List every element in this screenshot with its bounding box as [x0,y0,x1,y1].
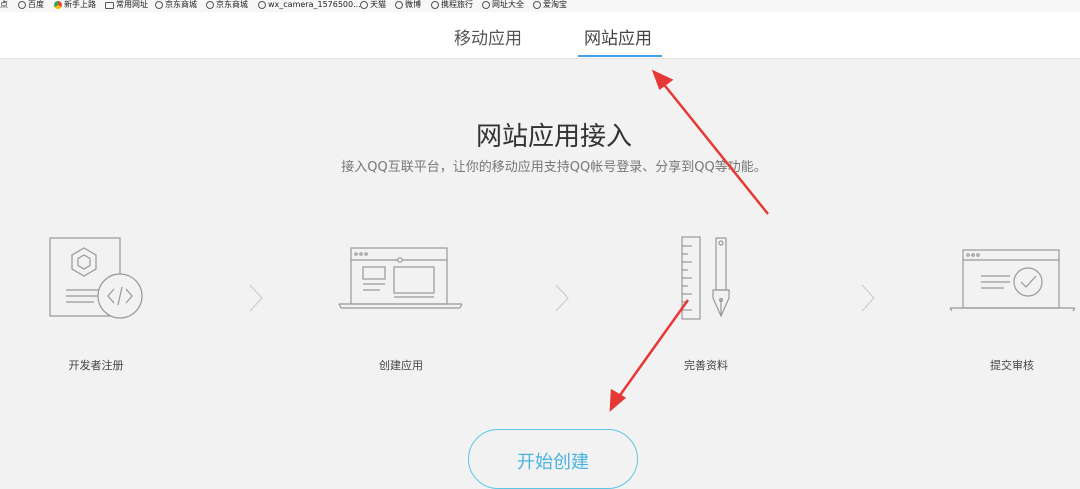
annotation-arrowhead [651,69,674,90]
step-label-complete: 完善资料 [684,359,728,372]
bookmark-item[interactable]: 网址大全 [482,0,524,10]
bookmark-item[interactable]: 百度 [18,0,44,10]
bookmark-label: wx_camera_1576500... [268,0,361,9]
bookmark-label: 微博 [405,0,421,9]
bookmark-label: 常用网址 [116,0,148,9]
bookmark-item[interactable]: 新手上路 [54,0,96,10]
tab-mobile-app[interactable]: 移动应用 [454,24,522,49]
tab-website-app[interactable]: 网站应用 [584,24,652,49]
app-type-tabs: 移动应用 网站应用 [0,12,1080,59]
page-title: 网站应用接入 [475,122,632,152]
annotation-arrow-button [616,299,690,399]
bookmark-label: 天猫 [370,0,386,9]
bookmark-item[interactable]: 微博 [395,0,421,10]
bookmark-label: 点 [0,0,8,9]
page-subtitle: 接入QQ互联平台，让你的移动应用支持QQ帐号登录、分享到QQ等功能。 [341,160,767,175]
bookmark-label: 携程旅行 [441,0,473,9]
step-arrow-icon [861,284,875,312]
globe-icon [482,1,490,9]
annotation-arrows [609,69,769,412]
globe-icon [18,1,26,9]
globe-icon [395,1,403,9]
step-arrow-icon [555,284,569,312]
folder-icon [105,1,114,9]
create-app-icon [338,247,463,309]
bookmark-label: 网址大全 [492,0,524,9]
bookmark-label: 百度 [28,0,44,9]
developer-register-icon [49,237,143,319]
bookmark-item[interactable]: 爱淘宝 [533,0,567,10]
step-label-submit: 提交审核 [990,359,1034,372]
bookmark-label: 爱淘宝 [543,0,567,9]
bookmark-label: 新手上路 [64,0,96,9]
bookmark-label: 京东商城 [165,0,197,9]
browser-logo-icon [54,1,62,9]
active-tab-indicator [578,55,662,57]
step-label-register: 开发者注册 [68,359,124,372]
bookmark-item[interactable]: wx_camera_1576500... [258,0,361,10]
ruler-pen-icon [681,236,730,320]
annotation-arrowhead [609,388,627,412]
globe-icon [360,1,368,9]
bookmark-item[interactable]: 携程旅行 [431,0,473,10]
submit-review-icon [949,249,1076,312]
bookmark-item[interactable]: 常用网址 [105,0,148,10]
bookmark-item[interactable]: 天猫 [360,0,386,10]
bookmark-label: 京东商城 [216,0,248,9]
globe-icon [533,1,541,9]
bookmark-item[interactable]: 京东商城 [206,0,248,10]
globe-icon [258,1,266,9]
globe-icon [431,1,439,9]
globe-icon [155,1,163,9]
bookmark-item[interactable]: 点 [0,0,8,10]
step-arrow-icon [249,284,263,312]
globe-icon [206,1,214,9]
step-label-create: 创建应用 [379,359,423,372]
bookmarks-bar: 点 百度 新手上路 常用网址 京东商城 京东商城 wx_camera_1576500... 天… [0,0,1080,12]
bookmark-item[interactable]: 京东商城 [155,0,197,10]
start-create-button[interactable]: 开始创建 [468,429,638,489]
